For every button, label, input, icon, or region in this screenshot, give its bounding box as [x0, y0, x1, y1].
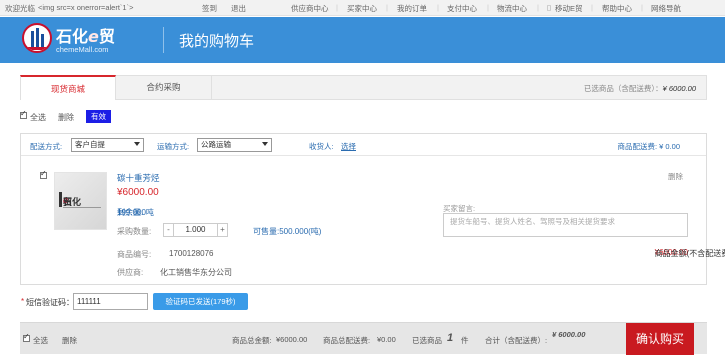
receiver-label: 收货人:: [309, 142, 334, 151]
quantity-label: 采购数量:: [117, 227, 152, 236]
select-all-label: 全选: [30, 113, 46, 122]
remaining-quantity: 剩余量: 199.000吨: [117, 208, 154, 217]
quantity-input[interactable]: 1.000: [174, 223, 217, 237]
quantity-stepper: - 1.000 +: [163, 223, 228, 237]
delivery-total-label: 商品总配送费:: [323, 336, 371, 345]
nav-mobile-emao[interactable]: 移动E贸: [555, 3, 583, 14]
product-image[interactable]: 石化 e 贸: [54, 172, 107, 230]
nav-my-orders[interactable]: 我的订单: [397, 3, 427, 14]
goods-total-value: ¥6000.00: [276, 335, 308, 344]
chevron-down-icon: [134, 142, 140, 146]
valid-filter-button[interactable]: 有效: [86, 110, 111, 123]
nav-separator: |: [537, 3, 539, 12]
nav-logistics-center[interactable]: 物流中心: [497, 3, 527, 14]
available-quantity: 可售量:500.000(吨): [253, 227, 322, 236]
user-name: <img src=x onerror=alert`1`>: [38, 3, 134, 12]
nav-help-center[interactable]: 帮助中心: [602, 3, 632, 14]
item-checkbox[interactable]: [40, 169, 47, 179]
nav-supplier-center[interactable]: 供应商中心: [291, 3, 329, 14]
required-mark: *: [21, 297, 25, 306]
selected-count: 1: [447, 332, 454, 344]
market-tabs: 现货商城 合约采购 已选商品（含配送费）：¥ 6000.00: [20, 75, 707, 100]
delivery-total-value: ¥0.00: [377, 335, 396, 344]
footer-select-all-checkbox[interactable]: [23, 332, 30, 342]
logo-text[interactable]: 石化e贸: [56, 23, 115, 47]
item-subtotal: 商品金额(不含配送费): ¥6000.00: [654, 248, 725, 258]
grand-total-label: 合计（含配送费）:: [485, 336, 548, 345]
tab-contract-purchase[interactable]: 合约采购: [116, 75, 212, 100]
shipping-options-row: 配送方式: 客户自提 运输方式: 公路运输 收货人: 选择 商品配送费: ¥ 0…: [21, 134, 706, 156]
transport-method-label: 运输方式:: [157, 142, 190, 151]
page-title: 我的购物车: [179, 32, 255, 50]
top-utility-bar: 欢迎光临 <img src=x onerror=alert`1`> 签到 退出 …: [0, 0, 725, 16]
product-name[interactable]: 碳十重芳烃: [117, 172, 160, 184]
quantity-decrement-button[interactable]: -: [163, 223, 174, 237]
selected-count-label: 已选商品: [412, 336, 442, 345]
cart-item: 石化e贸 碳十重芳烃 ¥6000.00 剩余量: 199.000吨 采购数量: …: [21, 157, 725, 284]
checkout-bar: 全选 删除 商品总金额: ¥6000.00 商品总配送费: ¥0.00 已选商品…: [20, 322, 707, 355]
selected-summary: 已选商品（含配送费）：¥ 6000.00: [583, 84, 696, 93]
grand-total-value: ¥ 6000.00: [552, 330, 586, 339]
receiver-select-link[interactable]: 选择: [341, 141, 356, 152]
nav-separator: |: [641, 3, 643, 12]
nav-separator: |: [591, 3, 593, 12]
product-code-value: 1700128076: [169, 249, 214, 258]
product-code-label: 商品编号:: [117, 250, 152, 259]
buyer-message-input[interactable]: 提货车船号、提货人姓名、驾照号及相关提货要求: [443, 213, 688, 237]
header-divider: [163, 27, 164, 53]
cart-panel: 配送方式: 客户自提 运输方式: 公路运输 收货人: 选择 商品配送费: ¥ 0…: [20, 133, 725, 285]
product-price: ¥6000.00: [117, 187, 159, 198]
sms-code-label: 短信验证码：: [26, 298, 74, 307]
footer-select-all-label: 全选: [33, 336, 48, 345]
transport-method-select[interactable]: 公路运输: [197, 138, 272, 152]
nav-buyer-center[interactable]: 买家中心: [347, 3, 377, 14]
sms-code-input[interactable]: 111111: [73, 293, 148, 310]
nav-separator: |: [386, 3, 388, 12]
nav-separator: |: [487, 3, 489, 12]
selected-unit: 件: [461, 336, 469, 345]
supplier-label: 供应商:: [117, 268, 144, 277]
delivery-method-label: 配送方式:: [30, 142, 63, 151]
nav-site-navigation[interactable]: 网络导航: [651, 3, 681, 14]
logout-link[interactable]: 退出: [231, 3, 246, 14]
logo-domain: chemeMall.com: [56, 45, 109, 54]
welcome-text: 欢迎光临: [5, 4, 35, 13]
goods-total-label: 商品总金额:: [232, 336, 272, 345]
site-header: 石化e贸 chemeMall.com 我的购物车: [0, 17, 725, 63]
logo-icon[interactable]: [22, 23, 52, 53]
quantity-increment-button[interactable]: +: [217, 223, 228, 237]
delivery-method-select[interactable]: 客户自提: [71, 138, 144, 152]
footer-delete-link[interactable]: 删除: [62, 335, 77, 346]
nav-separator: |: [437, 3, 439, 12]
shipping-fee: 商品配送费: ¥ 0.00: [617, 142, 680, 151]
chevron-down-icon: [262, 142, 268, 146]
nav-separator: |: [336, 3, 338, 12]
send-sms-code-button[interactable]: 验证码已发送(179秒): [153, 293, 248, 310]
mobile-icon: ▯: [547, 3, 552, 12]
confirm-purchase-button[interactable]: 确认购买: [626, 323, 694, 355]
select-all-checkbox[interactable]: [20, 109, 27, 119]
checkin-link[interactable]: 签到: [202, 3, 217, 14]
delete-item-link[interactable]: 删除: [668, 171, 683, 182]
delete-selected-link[interactable]: 删除: [58, 112, 74, 123]
supplier-value: 化工销售华东分公司: [160, 268, 232, 277]
tab-spot-mall[interactable]: 现货商城: [20, 75, 116, 100]
nav-payment-center[interactable]: 支付中心: [447, 3, 477, 14]
